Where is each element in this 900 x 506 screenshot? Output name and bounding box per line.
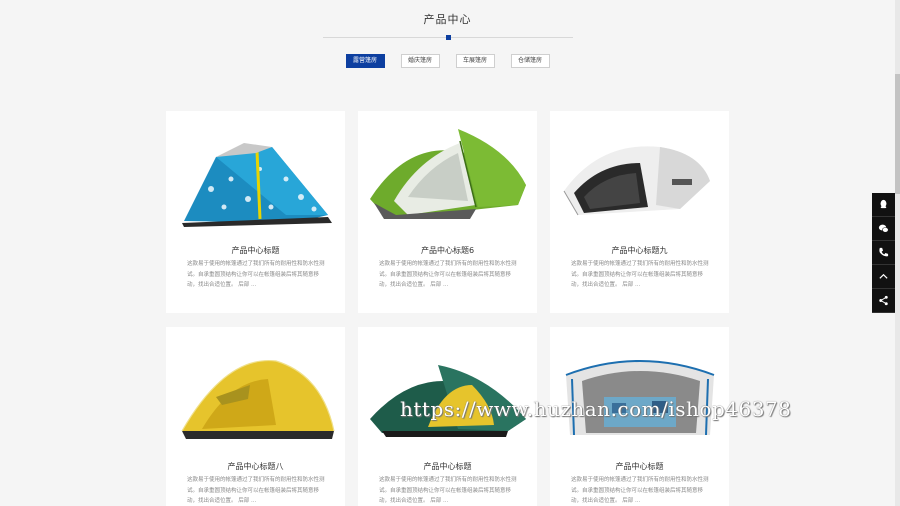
product-name: 产品中心标题 xyxy=(231,246,280,255)
product-name: 产品中心标题九 xyxy=(611,246,668,255)
blue-pattern-dome-tent-image xyxy=(182,143,332,227)
share-icon[interactable] xyxy=(872,289,895,313)
wechat-icon[interactable] xyxy=(872,217,895,241)
floating-contact-bar xyxy=(872,193,895,313)
yellow-dome-tent-image xyxy=(181,359,335,439)
product-name: 产品中心标题 xyxy=(615,462,664,471)
page-scrollbar[interactable] xyxy=(895,0,900,506)
dark-green-dome-tent-image xyxy=(370,365,526,437)
product-name: 产品中心标题6 xyxy=(420,246,475,255)
white-shelter-tent-image xyxy=(565,360,715,436)
product-card[interactable]: 产品中心标题九 这款易于使用的帐篷通过了我们所有的耐用性和防水性测试。自承重圆顶… xyxy=(550,111,729,313)
product-description: 这款易于使用的帐篷通过了我们所有的耐用性和防水性测试。自承重圆顶结构让你可以在帐… xyxy=(187,261,325,288)
back-to-top-icon[interactable] xyxy=(872,265,895,289)
tab-auto-show[interactable]: 车展篷房 xyxy=(455,54,495,68)
phone-icon[interactable] xyxy=(872,241,895,265)
white-popup-tent-image xyxy=(563,146,710,216)
product-card[interactable]: 产品中心标题 这款易于使用的帐篷通过了我们所有的耐用性和防水性测试。自承重圆顶结… xyxy=(166,111,345,313)
product-card[interactable]: 产品中心标题6 这款易于使用的帐篷通过了我们所有的耐用性和防水性测试。自承重圆顶… xyxy=(358,111,537,313)
title-divider-dot xyxy=(446,35,451,40)
product-name: 产品中心标题 xyxy=(423,462,472,471)
tab-storage[interactable]: 仓储篷房 xyxy=(510,54,550,68)
green-dome-tent-image xyxy=(370,129,526,219)
tab-camping[interactable]: 露营篷房 xyxy=(345,54,385,68)
product-description: 这款易于使用的帐篷通过了我们所有的耐用性和防水性测试。自承重圆顶结构让你可以在帐… xyxy=(187,477,325,504)
qq-icon[interactable] xyxy=(872,193,895,217)
product-description: 这款易于使用的帐篷通过了我们所有的耐用性和防水性测试。自承重圆顶结构让你可以在帐… xyxy=(571,261,709,288)
product-description: 这款易于使用的帐篷通过了我们所有的耐用性和防水性测试。自承重圆顶结构让你可以在帐… xyxy=(379,477,517,504)
product-name: 产品中心标题八 xyxy=(227,462,284,471)
section-title: 产品中心 xyxy=(423,13,472,26)
category-tabs: 露营篷房 婚庆篷房 车展篷房 仓储篷房 xyxy=(0,54,895,68)
product-description: 这款易于使用的帐篷通过了我们所有的耐用性和防水性测试。自承重圆顶结构让你可以在帐… xyxy=(571,477,709,504)
product-card[interactable]: 产品中心标题八 这款易于使用的帐篷通过了我们所有的耐用性和防水性测试。自承重圆顶… xyxy=(166,327,345,506)
scrollbar-thumb[interactable] xyxy=(895,74,900,194)
tab-wedding[interactable]: 婚庆篷房 xyxy=(400,54,440,68)
product-description: 这款易于使用的帐篷通过了我们所有的耐用性和防水性测试。自承重圆顶结构让你可以在帐… xyxy=(379,261,517,288)
watermark-text: https://www.huzhan.com/ishop46378 xyxy=(400,397,792,421)
